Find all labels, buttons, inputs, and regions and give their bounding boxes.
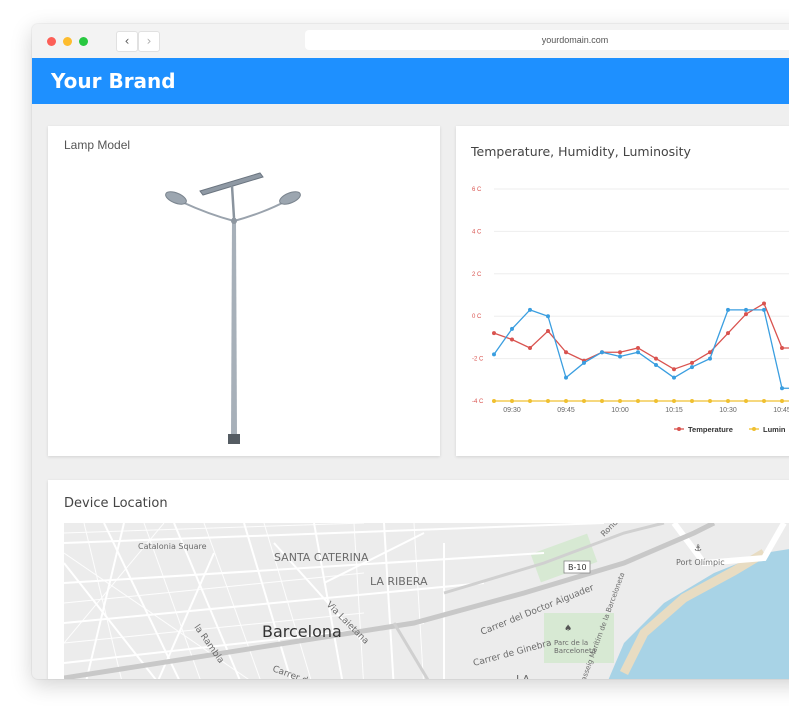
data-point [492,399,496,403]
map-label-la-ribera: LA RIBERA [370,575,428,588]
data-point [780,386,784,391]
data-point [654,356,658,361]
data-point [654,399,658,403]
data-point [600,399,604,403]
x-tick-label: 10:45 [773,407,789,414]
marina-icon: ⚓ [694,544,702,554]
data-point [492,331,496,336]
map-label-la: LA [516,673,530,679]
x-tick-label: 09:45 [557,407,575,414]
map-label-port-olimpic: Port Olímpic [676,558,725,567]
legend-label: Lumin [763,425,786,434]
device-location-card: Device Location Catalonia Square SANTA C… [48,480,789,679]
map-label-parc: Parc de la [554,639,588,647]
data-point [744,307,748,312]
x-tick-label: 09:30 [503,407,521,414]
data-point [528,307,532,312]
data-point [780,346,784,350]
lamp-card-title: Lamp Model [64,138,131,152]
y-tick-label: 4 C [472,229,482,235]
minimize-window-button[interactable] [63,37,72,46]
data-point [672,399,676,403]
data-point [546,399,550,403]
data-point [636,350,640,355]
data-point [762,399,766,403]
data-point [726,399,730,403]
map-label-carrer-ginebra: Carrer de Ginebra [472,638,553,669]
x-tick-label: 10:00 [611,407,629,414]
forward-icon[interactable]: › [138,31,160,52]
data-point [690,360,694,365]
legend-marker [752,427,756,431]
data-point [492,352,496,357]
data-point [528,346,532,350]
street-lamp-image [165,172,301,444]
map-label-b10: B-10 [568,563,587,572]
y-tick-label: -4 C [472,399,484,405]
x-tick-label: 10:30 [719,407,737,414]
x-tick-label: 10:15 [665,407,683,414]
data-point [528,399,532,403]
map-label-catalonia: Catalonia Square [138,542,207,551]
data-point [618,399,622,403]
map-label-carrer: Carrer d [271,664,309,679]
data-point [618,354,622,359]
data-point [636,399,640,403]
address-bar[interactable]: yourdomain.com [305,30,789,50]
legend-marker [677,427,681,431]
data-point [690,365,694,370]
map-card-title: Device Location [64,496,168,511]
data-point [600,350,604,355]
data-point [726,331,730,336]
data-point [582,399,586,403]
back-icon[interactable]: ‹ [116,31,138,52]
sensor-chart-card: Temperature, Humidity, Luminosity 6 C4 C… [456,126,789,456]
data-point [546,314,550,319]
sensor-line-chart: 6 C 4 C 2 C 0 C -2 C -4 C 09:30 09:45 10:00 10:15… [472,187,789,434]
data-point [762,307,766,312]
data-point [510,326,514,331]
series-line [493,309,789,389]
data-point [618,350,622,355]
data-point [510,337,514,342]
data-point [564,399,568,403]
y-tick-label: -2 C [472,357,484,363]
y-tick-label: 2 C [472,272,482,278]
data-point [708,399,712,403]
data-point [564,375,568,380]
browser-window: ‹ › yourdomain.com Your Brand Lamp Model… [32,24,789,679]
data-point [726,307,730,312]
data-point [744,312,748,317]
data-point [744,399,748,403]
y-tick-label: 0 C [472,314,482,320]
data-point [690,399,694,403]
data-point [672,367,676,372]
map-label-barcelona: Barcelona [262,622,342,641]
device-location-map[interactable]: Catalonia Square SANTA CATERINA LA RIBER… [64,523,789,679]
data-point [636,346,640,350]
y-tick-label: 6 C [472,187,482,193]
maximize-window-button[interactable] [79,37,88,46]
data-point [546,329,550,334]
data-point [510,399,514,403]
data-point [780,399,784,403]
legend-label: Temperature [688,425,733,434]
data-point [564,350,568,355]
lamp-model-card: Lamp Model [48,126,440,456]
brand-title[interactable]: Your Brand [51,58,176,104]
data-point [672,375,676,380]
browser-titlebar: ‹ › yourdomain.com [32,24,789,59]
data-point [762,301,766,306]
close-window-button[interactable] [47,37,56,46]
data-point [582,360,586,365]
data-point [708,356,712,361]
app-header: Your Brand [32,58,789,104]
map-label-santa-caterina: SANTA CATERINA [274,551,369,564]
park-icon: ♠ [564,624,572,634]
data-point [654,362,658,367]
